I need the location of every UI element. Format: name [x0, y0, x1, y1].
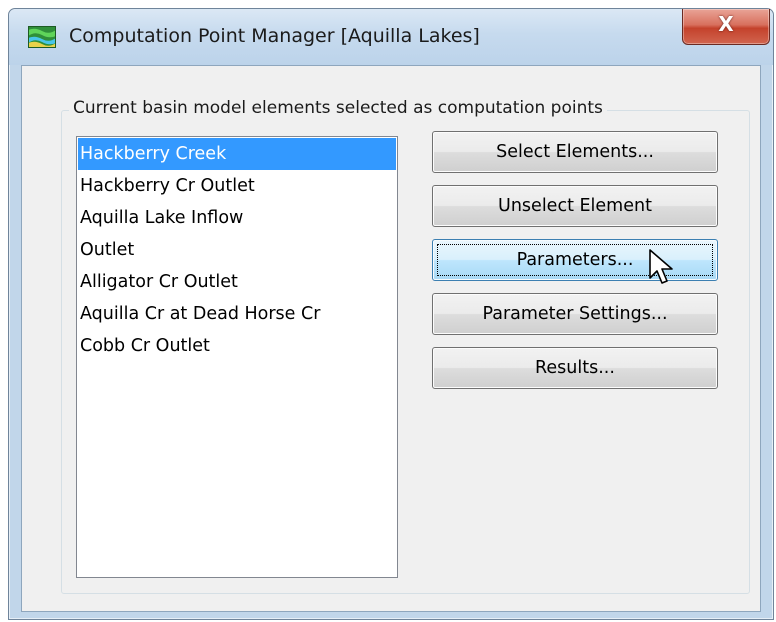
- app-icon: [28, 26, 56, 48]
- close-button[interactable]: X: [682, 9, 770, 45]
- list-item[interactable]: Aquilla Lake Inflow: [78, 202, 396, 234]
- group-label: Current basin model elements selected as…: [69, 98, 607, 118]
- computation-points-list[interactable]: Hackberry Creek Hackberry Cr Outlet Aqui…: [76, 136, 398, 578]
- parameter-settings-button[interactable]: Parameter Settings...: [432, 293, 718, 335]
- mouse-pointer-icon: [649, 249, 673, 284]
- select-elements-button[interactable]: Select Elements...: [432, 131, 718, 173]
- results-button[interactable]: Results...: [432, 347, 718, 389]
- unselect-element-button[interactable]: Unselect Element: [432, 185, 718, 227]
- list-item[interactable]: Hackberry Cr Outlet: [78, 170, 396, 202]
- parameters-button-label: Parameters...: [516, 250, 634, 270]
- window-title: Computation Point Manager [Aquilla Lakes…: [69, 25, 480, 47]
- dialog-client-area: Current basin model elements selected as…: [21, 65, 761, 612]
- list-item[interactable]: Alligator Cr Outlet: [78, 266, 396, 298]
- list-item[interactable]: Cobb Cr Outlet: [78, 330, 396, 362]
- title-bar[interactable]: Computation Point Manager [Aquilla Lakes…: [9, 9, 773, 65]
- computation-point-manager-window: Computation Point Manager [Aquilla Lakes…: [8, 8, 774, 620]
- list-item[interactable]: Hackberry Creek: [78, 138, 396, 170]
- list-item[interactable]: Aquilla Cr at Dead Horse Cr: [78, 298, 396, 330]
- close-icon: X: [718, 12, 734, 36]
- list-item[interactable]: Outlet: [78, 234, 396, 266]
